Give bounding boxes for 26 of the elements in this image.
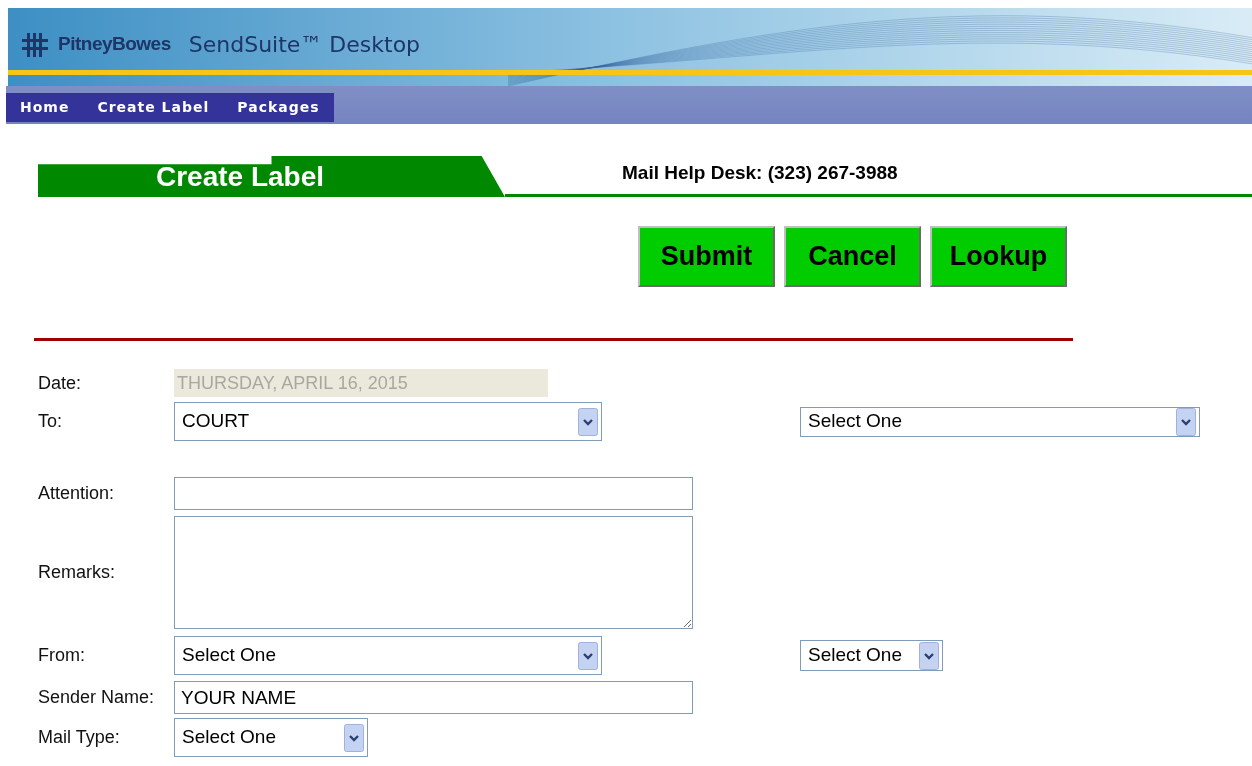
select-field[interactable]: Select One [174, 718, 368, 757]
field-label: Mail Type: [38, 726, 121, 749]
field-label: From: [38, 644, 86, 667]
date-field: THURSDAY, APRIL 16, 2015 [174, 369, 548, 397]
action-button[interactable]: Lookup [930, 226, 1067, 287]
field-label: Attention: [38, 482, 116, 505]
brand-name: PitneyBowes [58, 32, 171, 57]
nav-link[interactable]: Create Label [97, 97, 210, 118]
field-label: To: [38, 410, 63, 433]
text-field[interactable]: YOUR NAME [174, 681, 693, 714]
nav-link[interactable]: Home [20, 97, 70, 118]
product-title: SendSuite™ Desktop [188, 31, 421, 59]
nav-link[interactable]: Packages [237, 97, 320, 118]
select-field[interactable]: Select One [800, 640, 943, 671]
action-button[interactable]: Cancel [784, 226, 921, 287]
remarks-field[interactable] [174, 516, 693, 629]
select-field[interactable]: Select One [800, 406, 1200, 437]
select-field[interactable]: Select One [174, 636, 602, 675]
action-button[interactable]: Submit [638, 226, 775, 287]
field-label: Date: [38, 371, 83, 395]
field-label: Remarks: [38, 561, 116, 584]
select-field[interactable]: COURT [174, 402, 602, 441]
page-title: Create Label [38, 156, 505, 197]
field-label: Sender Name: [38, 686, 156, 709]
logo-icon [22, 32, 48, 57]
text-field[interactable] [174, 477, 693, 510]
